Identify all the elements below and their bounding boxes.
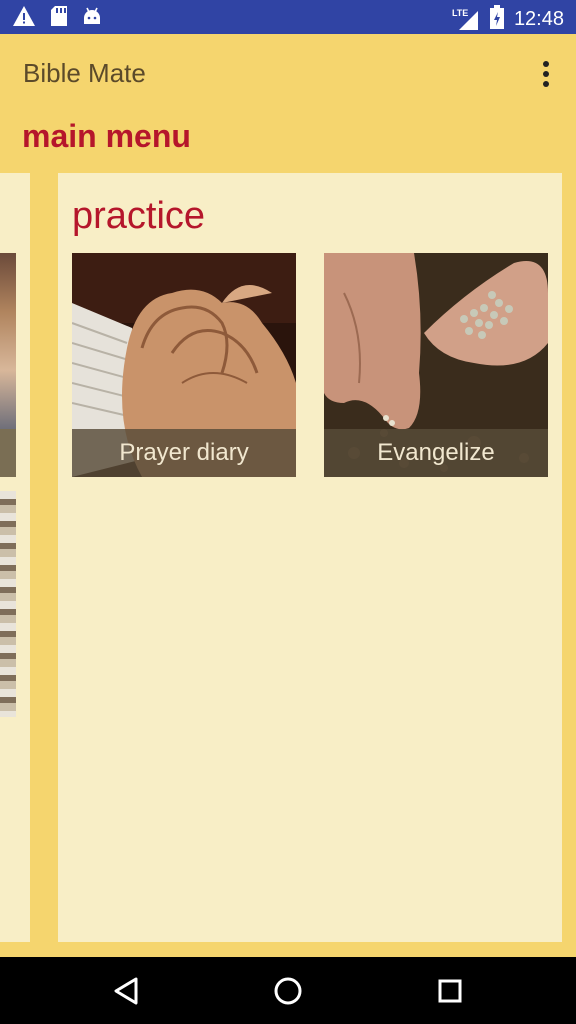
practice-card: practice Prayer diary Evangelize bbox=[58, 173, 562, 942]
card-title: practice bbox=[72, 195, 206, 237]
evangelize-tile[interactable]: Evangelize bbox=[324, 253, 548, 477]
more-vert-icon[interactable] bbox=[530, 56, 562, 92]
recents-icon[interactable] bbox=[432, 973, 468, 1009]
android-icon bbox=[82, 6, 102, 31]
clock: 12:48 bbox=[513, 8, 564, 30]
section-title: main menu bbox=[22, 118, 191, 154]
peek-label-bar bbox=[0, 429, 16, 477]
signal-icon: LTE bbox=[452, 8, 480, 31]
tile-label: Prayer diary bbox=[72, 429, 296, 477]
app-bar: Bible Mate bbox=[0, 34, 576, 114]
peek-image bbox=[0, 253, 16, 429]
back-icon[interactable] bbox=[108, 973, 144, 1009]
home-icon[interactable] bbox=[270, 973, 306, 1009]
navigation-bar bbox=[0, 957, 576, 1024]
app-title: Bible Mate bbox=[23, 58, 146, 88]
sd-card-icon bbox=[50, 5, 68, 32]
peek-image bbox=[0, 491, 16, 717]
previous-card-peek[interactable] bbox=[0, 173, 30, 942]
battery-icon bbox=[489, 5, 504, 34]
tile-label: Evangelize bbox=[324, 429, 548, 477]
status-bar: LTE 12:48 bbox=[0, 0, 576, 34]
prayer-diary-tile[interactable]: Prayer diary bbox=[72, 253, 296, 477]
warning-icon bbox=[12, 5, 36, 32]
